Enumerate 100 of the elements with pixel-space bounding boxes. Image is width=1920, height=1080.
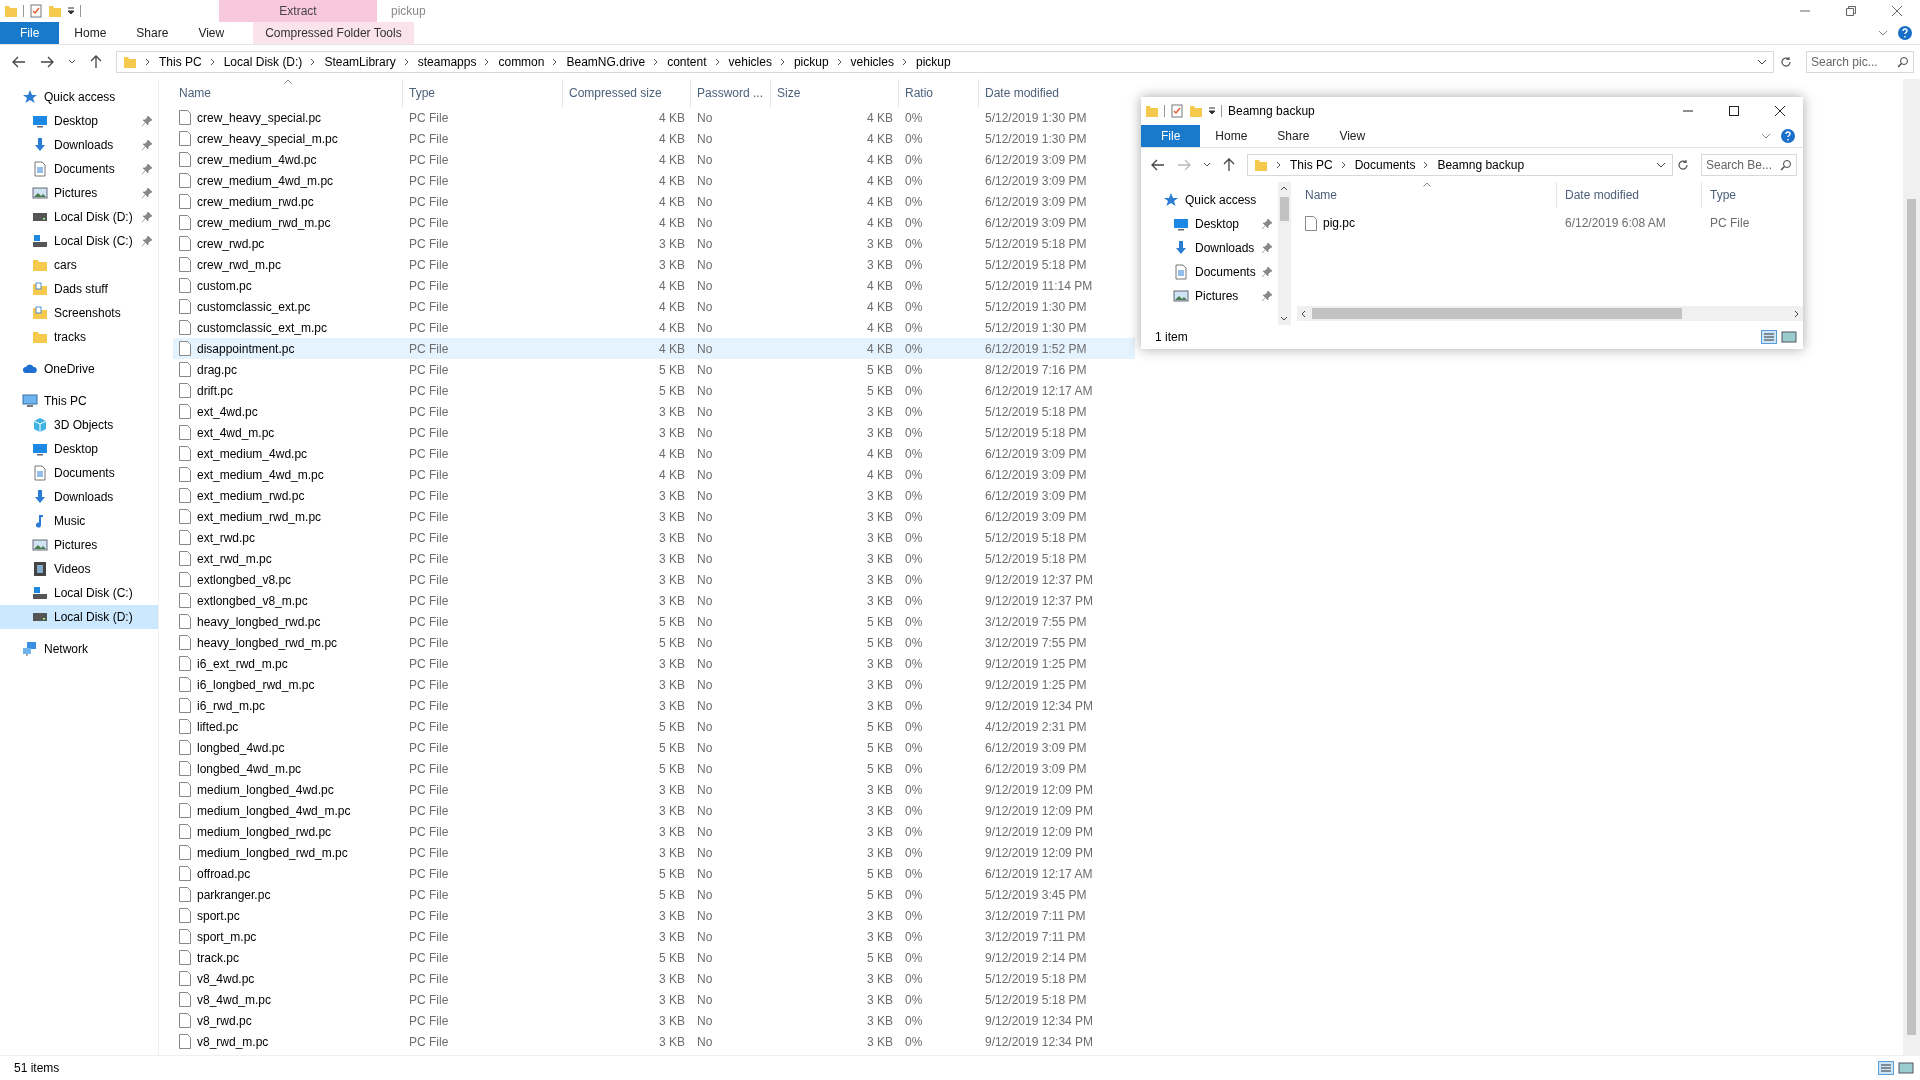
pin-icon[interactable] [142,116,152,126]
back-arrow-icon[interactable] [12,56,26,68]
breadcrumb-item[interactable]: vehicles [850,55,894,69]
file-row[interactable]: medium_longbed_rwd.pc PC File 3 KB No 3 KB 0% 9/12/2019 12:09 PM [173,821,1135,842]
file-row[interactable]: crew_medium_rwd_m.pc PC File 4 KB No 4 KB 0% 6/12/2019 3:09 PM [173,212,1135,233]
nav-item[interactable]: Local Disk (D:) [0,205,158,229]
breadcrumb-item[interactable]: content [667,55,707,69]
file-row[interactable]: i6_rwd_m.pc PC File 3 KB No 3 KB 0% 9/12/2019 12:34 PM [173,695,1135,716]
pin-icon[interactable] [142,188,152,198]
file-row[interactable]: crew_medium_4wd_m.pc PC File 4 KB No 4 KB 0% 6/12/2019 3:09 PM [173,170,1135,191]
pin-icon[interactable] [142,212,152,222]
column-header[interactable]: Password ... [691,79,771,107]
large-icons-view-icon[interactable] [1898,1061,1914,1075]
chevron-right-icon[interactable] [1276,161,1282,169]
breadcrumb-item[interactable]: SteamLibrary [324,55,396,69]
file-row[interactable]: customclassic_ext.pc PC File 4 KB No 4 KB 0% 5/12/2019 1:30 PM [173,296,1135,317]
chevron-down-icon[interactable] [1280,316,1289,321]
chevron-down-icon[interactable] [1203,162,1211,168]
file-row[interactable]: track.pc PC File 5 KB No 5 KB 0% 9/12/2019 2:14 PM [173,947,1135,968]
file-row[interactable]: crew_medium_rwd.pc PC File 4 KB No 4 KB 0% 6/12/2019 3:09 PM [173,191,1135,212]
nav-item[interactable]: Local Disk (C:) [0,229,158,253]
breadcrumb-item[interactable]: This PC [1290,158,1333,172]
nav-item[interactable]: Pictures [0,181,158,205]
file-row[interactable]: v8_rwd_m.pc PC File 3 KB No 3 KB 0% 9/12/2019 12:34 PM [173,1031,1135,1052]
file-row[interactable]: pig.pc 6/12/2019 6:08 AM PC File [1297,212,1803,234]
breadcrumb-item[interactable]: Beamng backup [1437,158,1525,172]
breadcrumb-item[interactable]: common [498,55,545,69]
nav-item[interactable]: Downloads [1141,236,1278,260]
chevron-right-icon[interactable] [1340,161,1347,169]
column-header[interactable]: Date modified [979,79,1135,107]
back-arrow-icon[interactable] [1151,159,1165,171]
chevron-down-icon[interactable] [68,59,76,65]
column-header[interactable]: Name [173,79,403,107]
file-row[interactable]: heavy_longbed_rwd.pc PC File 5 KB No 5 KB 0% 3/12/2019 7:55 PM [173,611,1135,632]
up-arrow-icon[interactable] [90,55,102,69]
nav-item[interactable]: This PC [0,389,158,413]
file-row[interactable]: lifted.pc PC File 5 KB No 5 KB 0% 4/12/2019 2:31 PM [173,716,1135,737]
file-row[interactable]: disappointment.pc PC File 4 KB No 4 KB 0% 6/12/2019 1:52 PM [173,338,1135,359]
nav-item[interactable]: Documents [0,157,158,181]
nav-item[interactable]: Pictures [0,533,158,557]
pin-icon[interactable] [142,236,152,246]
pin-icon[interactable] [142,140,152,150]
chevron-right-icon[interactable] [779,58,786,66]
search-field[interactable]: Search pic... [1806,51,1914,73]
ribbon-tab[interactable]: File [0,22,60,44]
nav-item[interactable]: Quick access [1141,188,1278,212]
nav-item[interactable]: Quick access [0,85,158,109]
address-bar[interactable]: This PC Documents Beamng backup [1247,154,1673,176]
file-row[interactable]: i6_longbed_rwd_m.pc PC File 3 KB No 3 KB 0% 9/12/2019 1:25 PM [173,674,1135,695]
breadcrumb-item[interactable]: pickup [915,55,951,69]
file-row[interactable]: v8_4wd.pc PC File 3 KB No 3 KB 0% 5/12/2019 5:18 PM [173,968,1135,989]
column-header[interactable]: Type [1702,182,1792,208]
ribbon-tab[interactable]: Compressed Folder Tools [253,22,414,44]
nav-item[interactable]: Screenshots [0,301,158,325]
pin-icon[interactable] [1261,291,1272,301]
nav-item[interactable]: 3D Objects [0,413,158,437]
chevron-right-icon[interactable] [310,58,317,66]
file-row[interactable]: sport.pc PC File 3 KB No 3 KB 0% 3/12/2019 7:11 PM [173,905,1135,926]
nav-item[interactable]: Videos [0,557,158,581]
chevron-right-icon[interactable] [403,58,410,66]
pin-icon[interactable] [1261,243,1272,253]
nav-item[interactable]: Downloads [0,133,158,157]
ribbon-tab[interactable]: File [1141,125,1201,147]
column-header[interactable]: Size [771,79,899,107]
file-row[interactable]: custom.pc PC File 4 KB No 4 KB 0% 5/12/2019 11:14 PM [173,275,1135,296]
file-row[interactable]: v8_rwd.pc PC File 3 KB No 3 KB 0% 9/12/2019 12:34 PM [173,1010,1135,1031]
large-icons-view-icon[interactable] [1781,330,1797,344]
file-row[interactable]: ext_medium_rwd_m.pc PC File 3 KB No 3 KB 0% 6/12/2019 3:09 PM [173,506,1135,527]
pin-icon[interactable] [1261,219,1272,229]
close-icon[interactable] [1775,106,1785,116]
ribbon-tab[interactable]: Share [1262,125,1325,147]
file-row[interactable]: i6_ext_rwd_m.pc PC File 3 KB No 3 KB 0% 9/12/2019 1:25 PM [173,653,1135,674]
file-row[interactable]: ext_rwd.pc PC File 3 KB No 3 KB 0% 5/12/2019 5:18 PM [173,527,1135,548]
nav-item[interactable]: Desktop [1141,212,1278,236]
file-row[interactable]: crew_heavy_special_m.pc PC File 4 KB No 4 KB 0% 5/12/2019 1:30 PM [173,128,1135,149]
file-row[interactable]: ext_medium_4wd_m.pc PC File 4 KB No 4 KB 0% 6/12/2019 3:09 PM [173,464,1135,485]
pin-icon[interactable] [142,164,152,174]
chevron-right-icon[interactable] [836,58,843,66]
nav-item[interactable]: Dads stuff [0,277,158,301]
chevron-down-icon[interactable] [1656,162,1666,168]
breadcrumb-item[interactable]: Local Disk (D:) [223,55,303,69]
file-row[interactable]: drag.pc PC File 5 KB No 5 KB 0% 8/12/2019 7:16 PM [173,359,1135,380]
file-row[interactable]: customclassic_ext_m.pc PC File 4 KB No 4 KB 0% 5/12/2019 1:30 PM [173,317,1135,338]
chevron-right-icon[interactable] [209,58,216,66]
file-row[interactable]: medium_longbed_4wd.pc PC File 3 KB No 3 KB 0% 9/12/2019 12:09 PM [173,779,1135,800]
ribbon-tab[interactable]: View [183,22,240,44]
file-row[interactable]: medium_longbed_rwd_m.pc PC File 3 KB No 3 KB 0% 9/12/2019 12:09 PM [173,842,1135,863]
pin-icon[interactable] [1261,267,1272,277]
chevron-left-icon[interactable] [1301,309,1306,318]
file-row[interactable]: ext_rwd_m.pc PC File 3 KB No 3 KB 0% 5/12/2019 5:18 PM [173,548,1135,569]
nav-item[interactable]: Documents [1141,260,1278,284]
chevron-right-icon[interactable] [714,58,721,66]
file-row[interactable]: longbed_4wd.pc PC File 5 KB No 5 KB 0% 6/12/2019 3:09 PM [173,737,1135,758]
column-header[interactable]: Ratio [899,79,979,107]
chevron-right-icon[interactable] [901,58,908,66]
nav-item[interactable]: Downloads [0,485,158,509]
file-row[interactable]: drift.pc PC File 5 KB No 5 KB 0% 6/12/2019 12:17 AM [173,380,1135,401]
file-row[interactable]: parkranger.pc PC File 5 KB No 5 KB 0% 5/12/2019 3:45 PM [173,884,1135,905]
ribbon-tab[interactable]: Share [121,22,184,44]
file-row[interactable]: ext_4wd.pc PC File 3 KB No 3 KB 0% 5/12/2019 5:18 PM [173,401,1135,422]
